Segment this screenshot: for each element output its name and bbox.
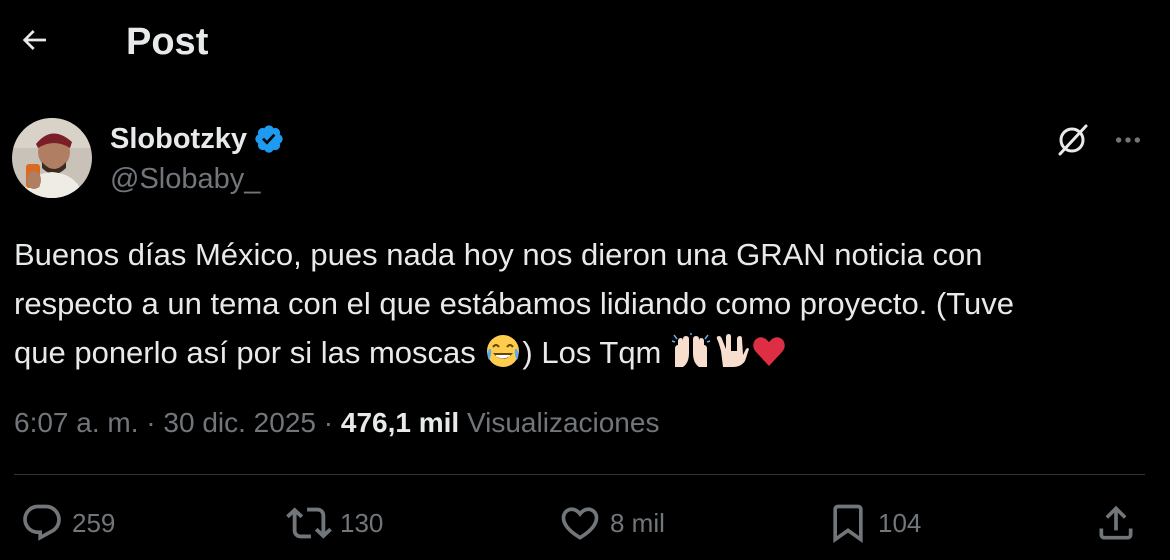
heart-icon <box>558 501 602 545</box>
bookmark-count: 104 <box>878 507 922 538</box>
red-heart-emoji <box>751 333 787 383</box>
meta-separator: · <box>146 407 156 438</box>
back-button[interactable] <box>14 22 54 62</box>
like-count: 8 mil <box>610 507 665 538</box>
author-name-text[interactable]: Slobotzky <box>110 122 247 156</box>
views-label: Visualizaciones <box>466 407 660 438</box>
reply-icon <box>20 501 64 545</box>
post-text-line-1: Buenos días México, pues nada hoy nos di… <box>14 237 983 272</box>
reply-count: 259 <box>72 507 116 538</box>
arrow-left-icon <box>18 24 50 61</box>
reply-button[interactable]: 259 <box>20 500 115 546</box>
grok-icon <box>1053 121 1091 164</box>
post-meta: 6:07 a. m. · 30 dic. 2025 · 476,1 mil Vi… <box>14 405 659 441</box>
post-text: Buenos días México, pues nada hoy nos di… <box>14 230 1154 383</box>
more-horizontal-icon <box>1112 124 1144 161</box>
post-text-line-3a: que ponerlo así por si las moscas <box>14 335 485 370</box>
author-handle[interactable]: @Slobaby_ <box>110 162 260 196</box>
views-count: 476,1 mil <box>340 407 460 438</box>
raising-hands-emoji <box>671 333 711 383</box>
verified-badge-icon[interactable] <box>253 123 285 155</box>
repost-count: 130 <box>340 507 384 538</box>
share-icon <box>1094 501 1138 545</box>
love-you-gesture-emoji <box>713 333 749 383</box>
repost-icon <box>286 500 332 546</box>
post-text-line-3b: ) Los Tqm <box>522 335 670 370</box>
bookmark-button[interactable]: 104 <box>826 500 921 546</box>
page-title: Post <box>126 21 209 63</box>
like-button[interactable]: 8 mil <box>558 500 665 546</box>
post-detail-page: Post Slobotzky @Slobaby_ Buenos días Méx… <box>0 0 1170 560</box>
post-text-line-2: respecto a un tema con el que estábamos … <box>14 286 1015 321</box>
post-date[interactable]: 30 dic. 2025 <box>163 407 316 438</box>
share-button[interactable] <box>1094 500 1138 546</box>
repost-button[interactable]: 130 <box>286 500 383 546</box>
grok-button[interactable] <box>1052 122 1092 162</box>
meta-separator: · <box>323 407 334 438</box>
joy-emoji <box>485 333 521 383</box>
divider <box>14 474 1145 475</box>
more-options-button[interactable] <box>1108 122 1148 162</box>
author-name[interactable]: Slobotzky <box>110 122 285 156</box>
bookmark-icon <box>826 501 870 545</box>
post-time[interactable]: 6:07 a. m. <box>14 407 139 438</box>
avatar[interactable] <box>12 118 92 198</box>
